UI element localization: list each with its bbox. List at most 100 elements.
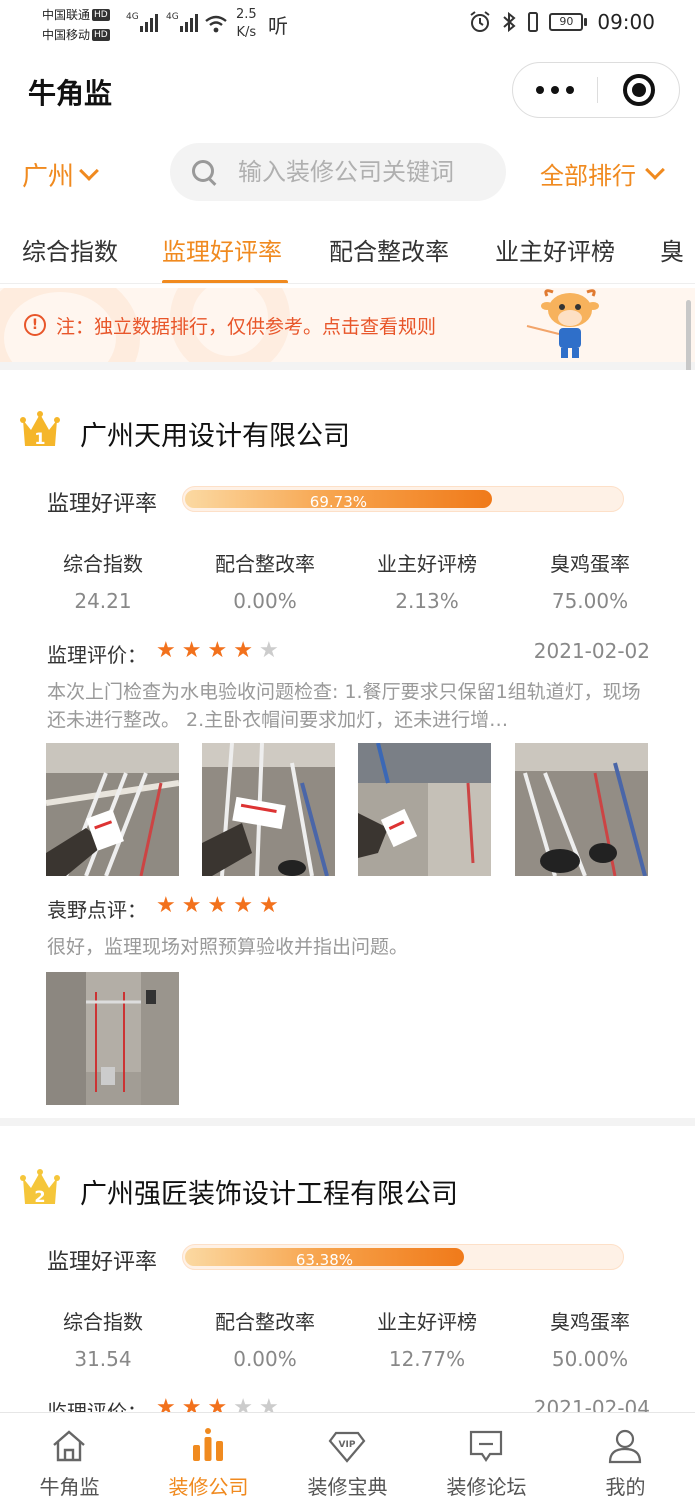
nav-item-forum[interactable]: 装修论坛 xyxy=(417,1413,556,1506)
rating-progress-bar: 63.38% xyxy=(182,1244,624,1270)
rating-progress-bar: 69.73% xyxy=(182,486,624,512)
bluetooth-icon xyxy=(503,11,516,33)
rank-filter[interactable]: 全部排行 xyxy=(540,156,665,191)
nav-label: 装修公司 xyxy=(168,1475,249,1499)
bottom-nav: 牛角监 装修公司 VIP 装修宝典 装修论坛 我的 xyxy=(0,1412,695,1506)
inspection-photo[interactable] xyxy=(515,743,648,876)
signal-icon xyxy=(140,14,158,32)
supervisor-eval-label: 监理评价： xyxy=(47,643,147,667)
stat-rectification-rate: 配合整改率 0.00% xyxy=(180,548,350,613)
signal-icon xyxy=(180,14,198,32)
stat-value: 31.54 xyxy=(74,1347,132,1371)
star-filled-icon: ★ xyxy=(233,638,253,663)
company-name[interactable]: 广州强匠装饰设计工程有限公司 xyxy=(80,1172,458,1211)
stat-label: 综合指数 xyxy=(63,552,143,576)
speed-unit: K/s xyxy=(236,25,257,40)
stat-label: 业主好评榜 xyxy=(377,1310,477,1334)
stat-composite-index: 综合指数 31.54 xyxy=(18,1306,188,1371)
search-icon xyxy=(192,160,216,184)
star-filled-icon: ★ xyxy=(156,1395,176,1413)
owner-review-label: 袁野点评： xyxy=(47,898,147,922)
star-filled-icon: ★ xyxy=(156,638,176,663)
inspection-photo[interactable] xyxy=(358,743,491,876)
search-row: 广州 全部排行 xyxy=(0,134,695,214)
tab-bad-egg-rate[interactable]: 臭 xyxy=(660,232,684,267)
tab-composite-index[interactable]: 综合指数 xyxy=(22,232,118,267)
battery-icon: 90 xyxy=(549,13,588,31)
nav-item-guide[interactable]: VIP 装修宝典 xyxy=(278,1413,417,1506)
search-box[interactable] xyxy=(170,143,506,201)
notice-text: 注：独立数据排行，仅供参考。点击查看规则 xyxy=(56,316,437,338)
inspection-photo[interactable] xyxy=(46,743,179,876)
owner-comment: 很好，监理现场对照预算验收并指出问题。 xyxy=(47,936,409,958)
tab-rectification-rate[interactable]: 配合整改率 xyxy=(329,232,449,267)
star-filled-icon: ★ xyxy=(181,1395,202,1413)
nav-item-home[interactable]: 牛角监 xyxy=(0,1413,139,1506)
supervisor-stars: ★ ★ ★ ★ ★ xyxy=(156,640,279,662)
eval-date: 2021-02-04 xyxy=(533,1396,650,1412)
city-label: 广州 xyxy=(22,162,75,192)
nav-item-companies[interactable]: 装修公司 xyxy=(139,1413,278,1506)
star-filled-icon: ★ xyxy=(207,893,228,918)
crown-rank-icon: 1 xyxy=(20,411,60,448)
carrier-2: 中国移动 xyxy=(42,28,91,42)
stat-value: 24.21 xyxy=(74,589,132,613)
city-selector[interactable]: 广州 xyxy=(22,156,99,193)
vibrate-icon xyxy=(528,12,539,32)
inspection-photo[interactable] xyxy=(202,743,335,876)
eval-description[interactable]: 本次上门检查为水电验收问题检查: 1.餐厅要求只保留1组轨道灯，现场还未进行整改… xyxy=(47,678,649,734)
battery-level: 90 xyxy=(549,13,584,31)
carrier-1: 中国联通 xyxy=(42,8,91,22)
alarm-icon xyxy=(470,11,490,32)
star-filled-icon: ★ xyxy=(181,638,202,663)
star-filled-icon: ★ xyxy=(156,893,176,918)
app-title: 牛角监 xyxy=(28,77,113,110)
company-name[interactable]: 广州天用设计有限公司 xyxy=(80,414,350,453)
nav-label: 装修论坛 xyxy=(446,1475,527,1499)
supervisor-stars: ★ ★ ★ ★ ★ xyxy=(156,1395,279,1413)
section-divider xyxy=(0,1118,695,1126)
stat-label: 配合整改率 xyxy=(215,1310,315,1334)
stat-bad-egg-rate: 臭鸡蛋率 50.00% xyxy=(505,1306,675,1371)
rank-filter-label: 全部排行 xyxy=(540,162,636,190)
tab-active-indicator xyxy=(162,280,288,283)
stat-label: 综合指数 xyxy=(63,1310,143,1334)
rating-progress-value: 63.38% xyxy=(295,1251,354,1269)
nav-item-profile[interactable]: 我的 xyxy=(556,1413,695,1506)
more-button[interactable] xyxy=(513,63,597,117)
star-empty-icon: ★ xyxy=(233,1395,253,1413)
forum-icon xyxy=(469,1430,503,1462)
star-empty-icon: ★ xyxy=(258,638,279,663)
star-filled-icon: ★ xyxy=(207,638,228,663)
tab-supervisor-rating[interactable]: 监理好评率 xyxy=(162,232,282,267)
section-divider xyxy=(0,362,695,370)
stat-value: 2.13% xyxy=(395,589,459,613)
stat-composite-index: 综合指数 24.21 xyxy=(18,548,188,613)
rating-progress-fill: 69.73% xyxy=(185,490,492,511)
svg-text:VIP: VIP xyxy=(339,1440,356,1450)
nav-label: 牛角监 xyxy=(39,1475,100,1499)
stat-label: 配合整改率 xyxy=(215,552,315,576)
stat-bad-egg-rate: 臭鸡蛋率 75.00% xyxy=(505,548,675,613)
stat-owner-rating: 业主好评榜 12.77% xyxy=(342,1306,512,1371)
company-card[interactable]: 2 广州强匠装饰设计工程有限公司 监理好评率 63.38% 综合指数 31.54… xyxy=(0,1126,695,1412)
stat-value: 0.00% xyxy=(233,589,297,613)
star-filled-icon: ★ xyxy=(207,1395,228,1413)
notice-banner[interactable]: ! 注：独立数据排行，仅供参考。点击查看规则 xyxy=(0,288,695,362)
network-type-1: 4G xyxy=(126,12,139,22)
search-input[interactable] xyxy=(238,158,498,186)
company-card[interactable]: 1 广州天用设计有限公司 监理好评率 69.73% 综合指数 24.21 配合整… xyxy=(0,370,695,1118)
tab-owner-rating[interactable]: 业主好评榜 xyxy=(495,232,615,267)
status-right: 90 09:00 xyxy=(469,10,655,34)
chevron-down-icon xyxy=(79,160,99,181)
close-miniprogram-button[interactable] xyxy=(623,74,655,106)
owner-photo[interactable] xyxy=(46,972,179,1105)
rating-progress-value: 69.73% xyxy=(309,493,367,511)
miniprogram-capsule xyxy=(512,62,680,118)
stat-value: 0.00% xyxy=(233,1347,297,1371)
speed-value: 2.5 xyxy=(236,7,257,22)
title-bar: 牛角监 xyxy=(0,48,695,134)
home-icon xyxy=(53,1430,85,1462)
carrier-info: 中国联通 HD 中国移动 HD xyxy=(42,5,110,45)
rating-progress-fill: 63.38% xyxy=(185,1248,464,1269)
